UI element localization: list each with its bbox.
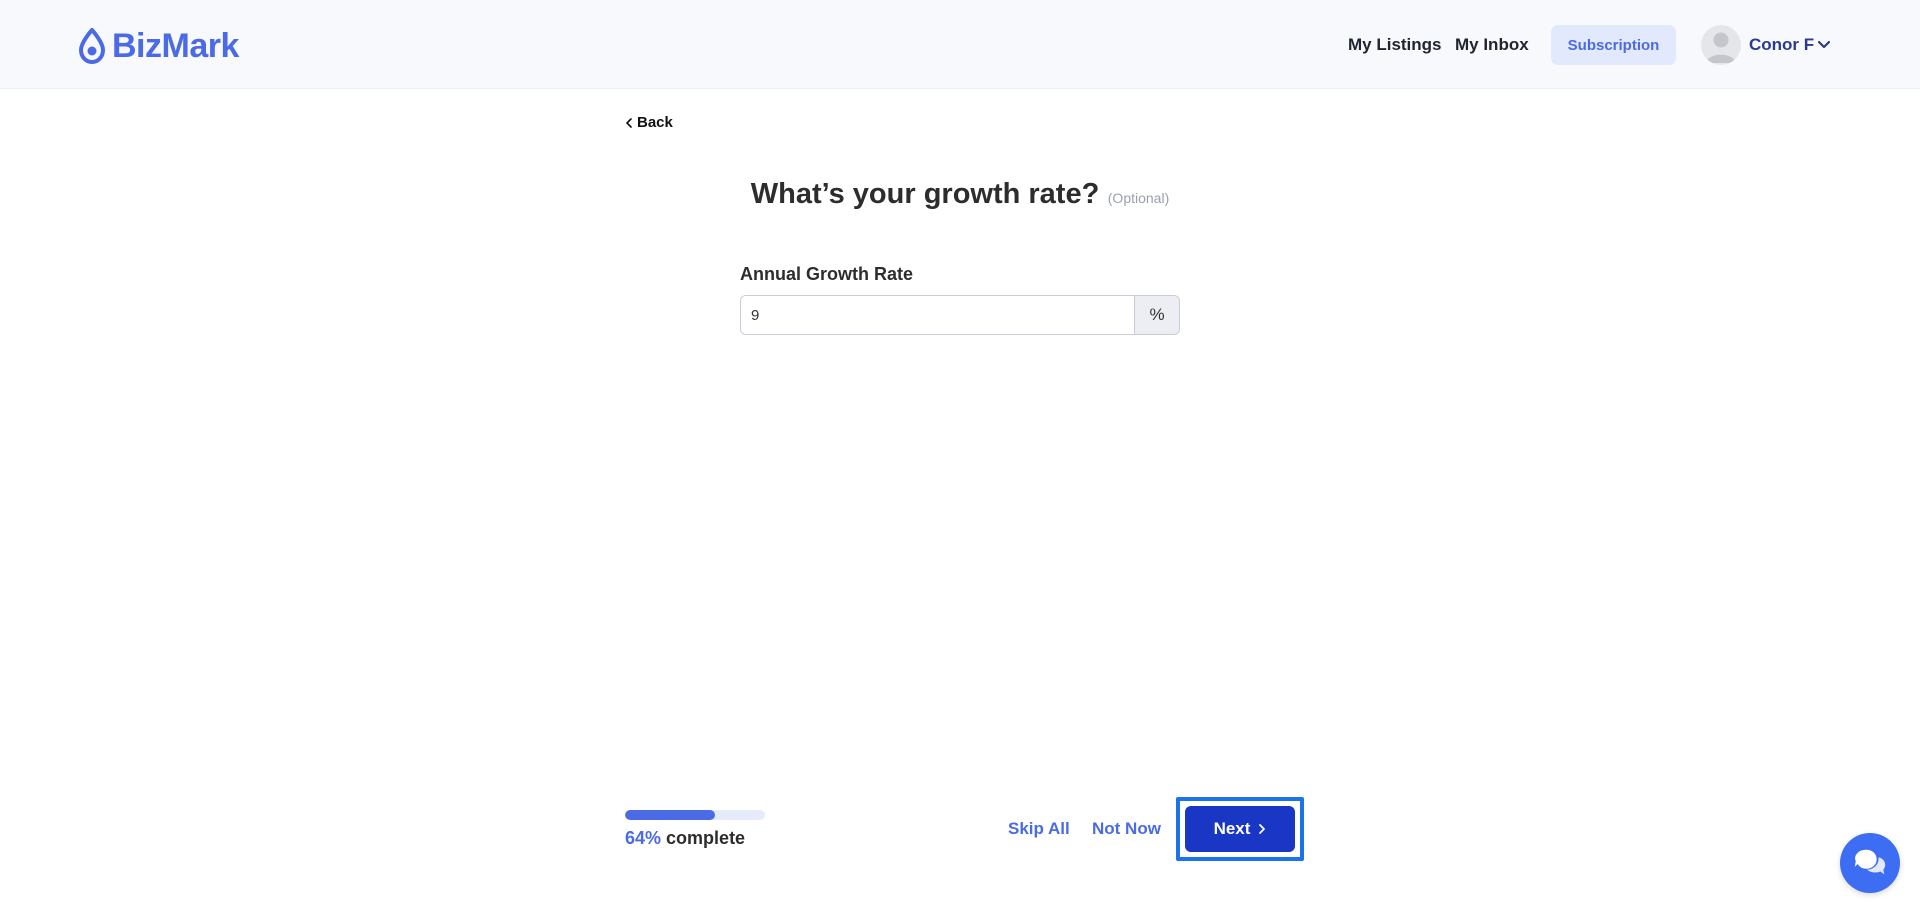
back-link[interactable]: Back <box>624 114 673 131</box>
chat-icon <box>1854 849 1886 875</box>
nav-my-inbox[interactable]: My Inbox <box>1455 35 1529 55</box>
optional-label: (Optional) <box>1107 190 1170 206</box>
subscription-button[interactable]: Subscription <box>1551 25 1676 65</box>
chat-button[interactable] <box>1840 833 1900 893</box>
chevron-down-icon[interactable] <box>1815 36 1833 54</box>
percent-addon: % <box>1134 296 1179 334</box>
page-title: What’s your growth rate? <box>750 178 1100 210</box>
chevron-right-icon <box>1259 824 1266 834</box>
back-label: Back <box>637 114 673 131</box>
progress-bar <box>625 810 765 820</box>
avatar[interactable] <box>1701 25 1741 65</box>
chevron-left-icon <box>626 117 632 128</box>
progress-suffix: complete <box>666 828 746 848</box>
header: BizMark My Listings My Inbox Subscriptio… <box>0 0 1920 89</box>
nav-my-listings[interactable]: My Listings <box>1348 35 1442 55</box>
progress-text: 64% complete <box>625 828 745 849</box>
skip-all-button[interactable]: Skip All <box>1008 819 1070 839</box>
avatar-icon <box>1706 32 1736 63</box>
annual-growth-rate-label: Annual Growth Rate <box>740 264 914 284</box>
next-label: Next <box>1213 819 1251 838</box>
progress-fill <box>625 810 715 820</box>
title-row: What’s your growth rate? (Optional) <box>0 178 1920 211</box>
next-button[interactable]: Next <box>1185 806 1295 852</box>
annual-growth-rate-group: % <box>740 295 1180 335</box>
annual-growth-rate-input[interactable] <box>741 296 1134 334</box>
user-name[interactable]: Conor F <box>1749 35 1814 55</box>
logo-drop-icon <box>78 28 106 64</box>
progress-percent: 64% <box>625 828 662 848</box>
not-now-button[interactable]: Not Now <box>1092 819 1161 839</box>
logo[interactable]: BizMark <box>78 26 239 66</box>
brand-name: BizMark <box>112 27 239 65</box>
